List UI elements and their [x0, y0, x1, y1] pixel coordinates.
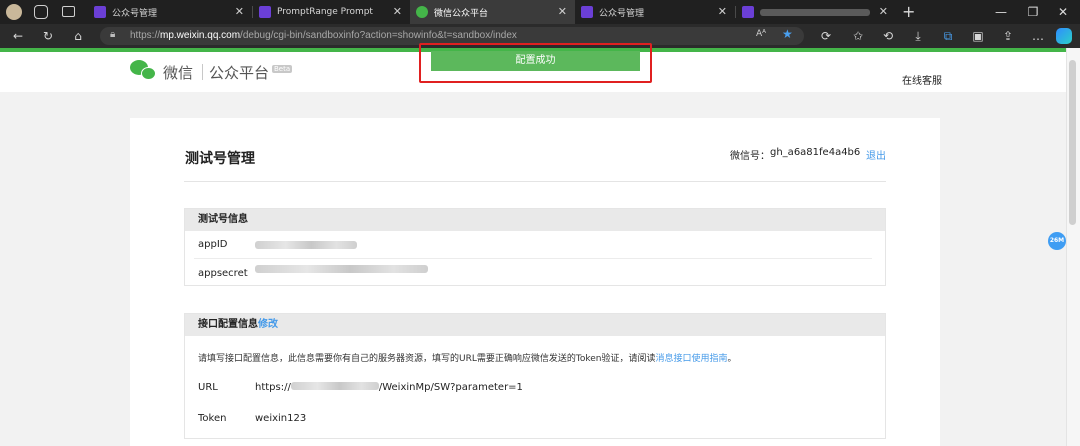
share-icon[interactable]: ⇪ — [1000, 28, 1016, 44]
url-host: mp.weixin.qq.com — [160, 30, 241, 41]
more-menu-icon[interactable]: … — [1030, 28, 1046, 44]
home-icon[interactable]: ⌂ — [70, 28, 86, 44]
tab-blurred[interactable]: ✕ — [736, 0, 896, 24]
description-text: 请填写接口配置信息，此信息需要你有自己的服务器资源，填写的URL需要正确响应微信… — [198, 354, 656, 364]
tab-favicon-icon — [742, 6, 754, 18]
browser-tab-bar: 公众号管理 ✕ PromptRange Prompt ✕ 微信公众平台 ✕ 公众… — [0, 0, 1080, 24]
close-tab-icon[interactable]: ✕ — [235, 5, 244, 18]
url-scheme: https:// — [130, 30, 161, 41]
collections-icon[interactable]: ▣ — [970, 28, 986, 44]
favorite-star-icon[interactable]: ★ — [782, 27, 793, 41]
section-heading: 测试号信息 — [185, 209, 885, 231]
appsecret-value-redacted — [255, 265, 428, 273]
tab-actions-icon[interactable] — [62, 6, 75, 17]
tab-title: 公众号管理 — [112, 8, 158, 19]
token-label: Token — [198, 413, 227, 424]
tab-gzh-manage-2[interactable]: 公众号管理 ✕ — [575, 0, 735, 24]
url-label: URL — [198, 382, 218, 393]
wechat-id-label: 微信号： — [730, 151, 770, 162]
scrollbar-thumb[interactable] — [1069, 60, 1076, 225]
platform-name: 公众平台 — [209, 64, 270, 82]
logout-link[interactable]: 退出 — [866, 147, 886, 162]
history-icon[interactable]: ⟲ — [880, 28, 896, 44]
message-api-guide-link[interactable]: 消息接口使用指南 — [655, 354, 727, 364]
close-tab-icon[interactable]: ✕ — [718, 5, 727, 18]
restore-icon[interactable]: ❐ — [1016, 0, 1050, 24]
close-tab-icon[interactable]: ✕ — [393, 5, 402, 18]
url-path: /debug/cgi-bin/sandboxinfo?action=showin… — [240, 30, 517, 41]
new-tab-icon[interactable]: + — [902, 2, 915, 21]
badge-text: 26M — [1049, 237, 1065, 244]
url-value-prefix: https:// — [255, 382, 291, 393]
tab-title: PromptRange Prompt — [277, 7, 373, 17]
section-heading-text: 接口配置信息 — [198, 319, 258, 330]
online-service-link[interactable]: 在线客服 — [902, 72, 942, 87]
section-heading: 接口配置信息修改 — [185, 314, 885, 336]
appsecret-label: appsecret — [198, 268, 248, 279]
wechat-favicon-icon — [416, 6, 428, 18]
edit-config-link[interactable]: 修改 — [258, 319, 278, 330]
side-float-badge[interactable]: 26M — [1048, 232, 1066, 250]
favorites-icon[interactable]: ✩ — [850, 28, 866, 44]
extensions-icon[interactable]: ⟳ — [818, 28, 834, 44]
wechat-logo-icon — [130, 60, 158, 82]
appid-value-redacted — [255, 241, 357, 249]
page-title: 测试号管理 — [185, 151, 255, 167]
tab-title: 公众号管理 — [599, 8, 645, 19]
highlight-box — [419, 43, 652, 83]
appid-label: appID — [198, 239, 228, 250]
minimize-icon[interactable]: — — [984, 0, 1018, 24]
tab-favicon-icon — [94, 6, 106, 18]
row-divider — [194, 258, 872, 259]
read-aloud-icon[interactable]: Aᴬ — [756, 29, 766, 39]
tab-promptrange[interactable]: PromptRange Prompt ✕ — [253, 0, 410, 24]
workspaces-icon[interactable] — [34, 5, 48, 19]
tab-favicon-icon — [581, 6, 593, 18]
beta-badge: Beta — [272, 65, 293, 73]
lock-icon[interactable]: 🔒︎ — [110, 29, 115, 40]
tab-favicon-icon — [259, 6, 271, 18]
wechat-id-value: gh_a6a81fe4a4b6 — [770, 147, 861, 158]
title-divider — [184, 181, 886, 182]
url-text: https://mp.weixin.qq.com/debug/cgi-bin/s… — [130, 30, 517, 41]
tab-weixin-platform[interactable]: 微信公众平台 ✕ — [410, 0, 575, 24]
downloads-icon[interactable]: ⤓ — [910, 28, 926, 44]
tab-gzh-manage-1[interactable]: 公众号管理 ✕ — [88, 0, 252, 24]
close-tab-icon[interactable]: ✕ — [879, 5, 888, 18]
close-window-icon[interactable]: ✕ — [1046, 0, 1080, 24]
config-description: 请填写接口配置信息，此信息需要你有自己的服务器资源，填写的URL需要正确响应微信… — [198, 351, 737, 364]
screenshot-icon[interactable]: ⧉ — [940, 28, 956, 44]
close-tab-icon[interactable]: ✕ — [558, 5, 567, 18]
brand-divider — [202, 64, 203, 80]
back-icon[interactable]: ← — [10, 28, 26, 44]
url-host-redacted — [290, 382, 379, 390]
refresh-icon[interactable]: ↻ — [40, 28, 56, 44]
token-value: weixin123 — [255, 413, 307, 424]
description-end: 。 — [727, 354, 737, 364]
copilot-icon[interactable] — [1056, 28, 1072, 44]
profile-avatar[interactable] — [6, 4, 22, 20]
tab-title: 微信公众平台 — [434, 8, 489, 19]
url-value: https:// /WeixinMp/SW?parameter=1 — [255, 382, 523, 393]
url-value-suffix: /WeixinMp/SW?parameter=1 — [378, 382, 523, 393]
brand-name: 微信 — [163, 64, 194, 82]
